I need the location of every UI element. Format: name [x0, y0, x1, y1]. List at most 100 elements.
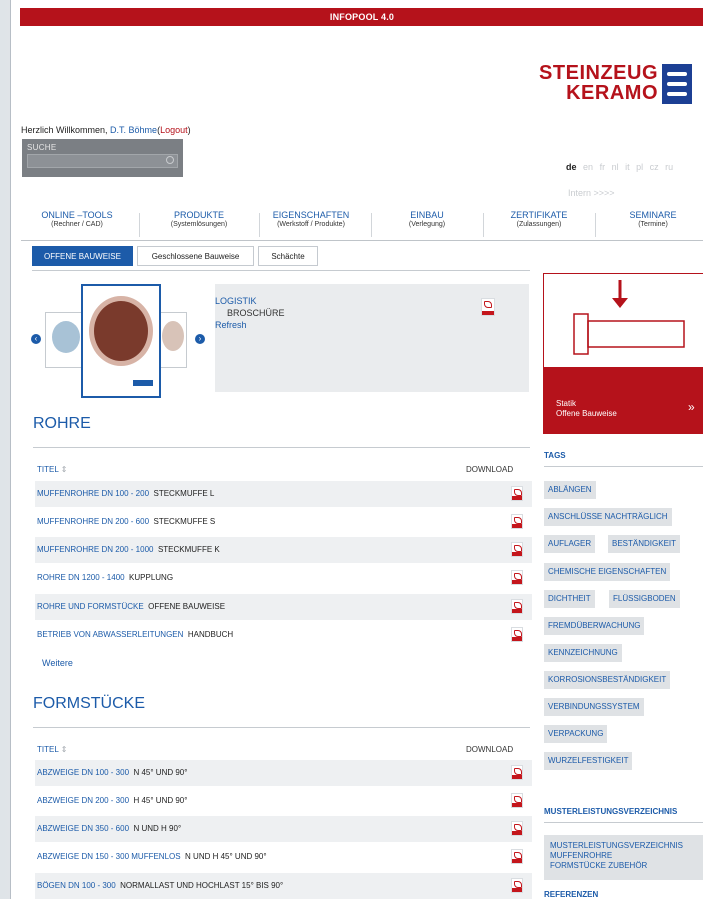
tag-item[interactable]: ABLÄNGEN	[544, 481, 596, 499]
nav-einbau[interactable]: EINBAU (Verlegung)	[371, 210, 483, 240]
mlv-item[interactable]: MUSTERLEISTUNGSVERZEICHNIS MUFFENROHRE F…	[544, 835, 703, 880]
intern-link[interactable]: Intern >>>>	[568, 188, 615, 198]
row-title[interactable]: ABZWEIGE DN 100 - 300	[37, 768, 129, 777]
tag-item[interactable]: DICHTHEIT	[544, 590, 595, 608]
lang-de[interactable]: de	[566, 162, 577, 172]
pdf-icon[interactable]	[511, 793, 523, 808]
tag-item[interactable]: KENNZEICHNUNG	[544, 644, 622, 662]
pdf-icon[interactable]	[511, 627, 523, 642]
pdf-icon[interactable]	[511, 542, 523, 557]
column-header-titel[interactable]: TITEL ⇕	[37, 465, 67, 474]
tag-item[interactable]: VERBINDUNGSSYSTEM	[544, 698, 644, 716]
table-row[interactable]: ABZWEIGE DN 150 - 300 MUFFENLOS N UND H …	[35, 844, 532, 870]
lang-nl[interactable]: nl	[612, 162, 619, 172]
row-title[interactable]: ABZWEIGE DN 200 - 300	[37, 796, 129, 805]
lang-fr[interactable]: fr	[600, 162, 606, 172]
divider	[32, 270, 530, 271]
tag-item[interactable]: KORROSIONSBESTÄNDIGKEIT	[544, 671, 671, 689]
tag-item[interactable]: ANSCHLÜSSE NACHTRÄGLICH	[544, 508, 672, 526]
table-row[interactable]: MUFFENROHRE DN 200 - 600 STECKMUFFE S	[35, 509, 532, 535]
brochure-thumb-selected[interactable]	[81, 284, 161, 398]
pdf-icon[interactable]	[511, 570, 523, 585]
row-title[interactable]: ABZWEIGE DN 150 - 300 MUFFENLOS	[37, 852, 181, 861]
carousel-prev-icon[interactable]: ‹	[31, 334, 41, 344]
table-row[interactable]: ROHRE DN 1200 - 1400 KUPPLUNG	[35, 565, 532, 591]
row-subtitle: H 45° UND 90°	[133, 796, 188, 805]
nav-label: EINBAU	[410, 210, 444, 220]
main-navigation: ONLINE –TOOLS (Rechner / CAD) PRODUKTE (…	[21, 210, 703, 241]
row-title[interactable]: MUFFENROHRE DN 200 - 600	[37, 517, 149, 526]
row-title[interactable]: BETRIEB VON ABWASSERLEITUNGEN	[37, 630, 183, 639]
lang-pl[interactable]: pl	[636, 162, 643, 172]
statik-promo[interactable]: Statik Offene Bauweise »	[543, 273, 703, 434]
search-label: SUCHE	[27, 143, 57, 152]
nav-online-tools[interactable]: ONLINE –TOOLS (Rechner / CAD)	[21, 210, 133, 240]
column-header-titel[interactable]: TITEL ⇕	[37, 745, 67, 754]
tag-item[interactable]: FREMDÜBERWACHUNG	[544, 617, 645, 635]
lang-en[interactable]: en	[583, 162, 593, 172]
row-title[interactable]: ABZWEIGE DN 350 - 600	[37, 824, 129, 833]
brochure-title[interactable]: LOGISTIK	[215, 296, 257, 306]
pdf-icon[interactable]	[511, 821, 523, 836]
lang-cz[interactable]: cz	[650, 162, 659, 172]
nav-sublabel: (Systemlösungen)	[170, 221, 228, 228]
nav-sublabel: (Termine)	[638, 221, 668, 228]
lang-it[interactable]: it	[625, 162, 630, 172]
pdf-icon[interactable]	[511, 599, 523, 614]
app-title: INFOPOOL 4.0	[329, 12, 395, 22]
table-row[interactable]: ROHRE UND FORMSTÜCKE OFFENE BAUWEISE	[35, 594, 532, 620]
nav-produkte[interactable]: PRODUKTE (Systemlösungen)	[143, 210, 255, 240]
nav-seminare[interactable]: SEMINARE (Termine)	[597, 210, 703, 240]
table-row[interactable]: ABZWEIGE DN 350 - 600 N UND H 90°	[35, 816, 532, 842]
mlv-line1: MUSTERLEISTUNGSVERZEICHNIS	[550, 841, 683, 850]
brochure-thumb[interactable]	[159, 312, 187, 368]
row-title[interactable]: ROHRE UND FORMSTÜCKE	[37, 602, 144, 611]
pdf-icon[interactable]	[511, 878, 523, 893]
carousel-next-icon[interactable]: ›	[195, 334, 205, 344]
table-row[interactable]: BETRIEB VON ABWASSERLEITUNGEN HANDBUCH	[35, 622, 532, 648]
more-link[interactable]: Weitere	[42, 658, 73, 668]
page: INFOPOOL 4.0 STEINZEUG KERAMO Herzlich W…	[10, 0, 703, 899]
table-row[interactable]: MUFFENROHRE DN 200 - 1000 STECKMUFFE K	[35, 537, 532, 563]
row-title[interactable]: MUFFENROHRE DN 200 - 1000	[37, 545, 153, 554]
tab-schaechte[interactable]: Schächte	[258, 246, 318, 266]
column-title-label: TITEL	[37, 465, 59, 474]
tag-item[interactable]: BESTÄNDIGKEIT	[608, 535, 681, 553]
pdf-icon[interactable]	[511, 514, 523, 529]
steinzeug-keramo-logo[interactable]: STEINZEUG KERAMO	[508, 62, 694, 108]
search-input[interactable]	[27, 154, 178, 168]
user-link[interactable]: D.T. Böhme	[110, 125, 157, 135]
table-row[interactable]: ABZWEIGE DN 200 - 300 H 45° UND 90°	[35, 788, 532, 814]
table-row[interactable]: ABZWEIGE DN 100 - 300 N 45° UND 90°	[35, 760, 532, 786]
tag-item[interactable]: WURZELFESTIGKEIT	[544, 752, 633, 770]
tag-item[interactable]: FLÜSSIGBODEN	[609, 590, 680, 608]
nav-eigenschaften[interactable]: EIGENSCHAFTEN (Werkstoff / Produkte)	[255, 210, 367, 240]
brochure-thumb[interactable]	[45, 312, 85, 368]
tag-item[interactable]: CHEMISCHE EIGENSCHAFTEN	[544, 563, 671, 581]
table-row[interactable]: MUFFENROHRE DN 100 - 200 STECKMUFFE L	[35, 481, 532, 507]
row-title[interactable]: BÖGEN DN 100 - 300	[37, 881, 116, 890]
lang-ru[interactable]: ru	[665, 162, 673, 172]
sort-icon: ⇕	[60, 465, 68, 474]
chevron-right-icon[interactable]: »	[688, 400, 695, 414]
nav-sublabel: (Zulassungen)	[516, 221, 562, 228]
tag-item[interactable]: AUFLAGER	[544, 535, 596, 553]
nav-label: EIGENSCHAFTEN	[272, 210, 350, 220]
row-subtitle: N UND H 90°	[133, 824, 182, 833]
statik-title: Statik	[556, 399, 577, 408]
tab-geschlossene-bauweise[interactable]: Geschlossene Bauweise	[137, 246, 254, 266]
tab-offene-bauweise[interactable]: OFFENE BAUWEISE	[32, 246, 133, 266]
tag-item[interactable]: VERPACKUNG	[544, 725, 608, 743]
row-title[interactable]: ROHRE DN 1200 - 1400	[37, 573, 125, 582]
pdf-icon[interactable]	[511, 765, 523, 780]
row-title[interactable]: MUFFENROHRE DN 100 - 200	[37, 489, 149, 498]
pdf-icon[interactable]	[481, 298, 495, 316]
pdf-icon[interactable]	[511, 849, 523, 864]
divider	[544, 466, 703, 467]
refresh-link[interactable]: Refresh	[215, 320, 247, 330]
pdf-icon[interactable]	[511, 486, 523, 501]
table-row[interactable]: BÖGEN DN 100 - 300 NORMALLAST UND HOCHLA…	[35, 873, 532, 899]
nav-zertifikate[interactable]: ZERTIFIKATE (Zulassungen)	[483, 210, 595, 240]
logout-link[interactable]: Logout	[160, 125, 188, 135]
search-icon[interactable]	[166, 156, 174, 164]
